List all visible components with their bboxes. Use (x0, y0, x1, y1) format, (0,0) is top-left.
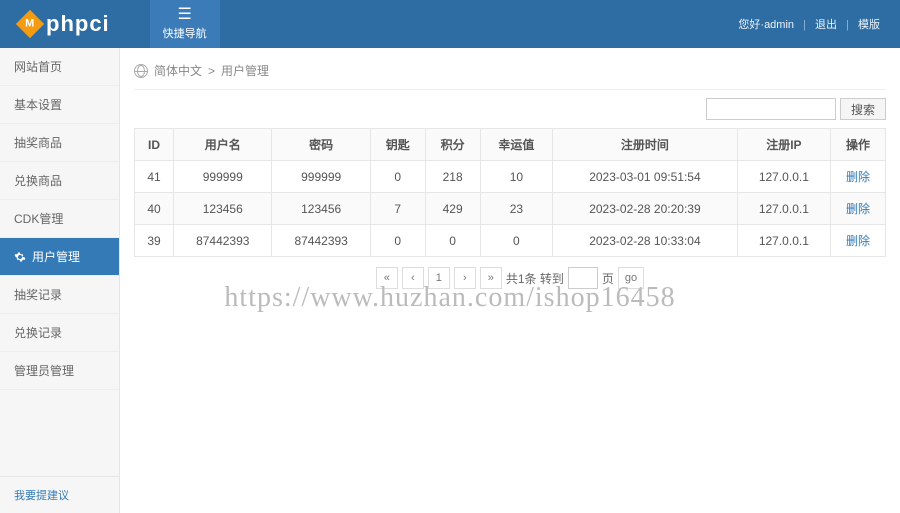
users-table: ID 用户名 密码 钥匙 积分 幸运值 注册时间 注册IP 操作 4199999… (134, 128, 886, 257)
search-button[interactable]: 搜索 (840, 98, 886, 120)
cell-ip: 127.0.0.1 (737, 225, 830, 257)
logout-link[interactable]: 退出 (815, 19, 837, 31)
cell-user: 999999 (174, 161, 272, 193)
table-row: 419999999999990218102023-03-01 09:51:541… (135, 161, 886, 193)
cell-points: 218 (425, 161, 480, 193)
logo-icon: M (16, 10, 44, 38)
cell-time: 2023-02-28 10:33:04 (553, 225, 737, 257)
pager-next[interactable]: › (454, 267, 476, 289)
cell-id: 41 (135, 161, 174, 193)
pager-goto-input[interactable] (568, 267, 598, 289)
cell-user: 123456 (174, 193, 272, 225)
brand-logo: M phpci (20, 11, 110, 37)
menu-icon: ☰ (178, 7, 192, 23)
cell-luck: 0 (480, 225, 553, 257)
sidebar-item-settings[interactable]: 基本设置 (0, 86, 119, 124)
th-luck: 幸运值 (480, 129, 553, 161)
search-input[interactable] (706, 98, 836, 120)
cell-keys: 0 (370, 225, 425, 257)
delete-link[interactable]: 删除 (846, 170, 870, 184)
sidebar-item-users[interactable]: 用户管理 (0, 238, 119, 276)
cell-keys: 7 (370, 193, 425, 225)
delete-link[interactable]: 删除 (846, 202, 870, 216)
cell-pass: 123456 (272, 193, 370, 225)
cell-user: 87442393 (174, 225, 272, 257)
cell-luck: 10 (480, 161, 553, 193)
cell-op: 删除 (831, 193, 886, 225)
gear-icon (14, 251, 26, 263)
sidebar-item-exchange-log[interactable]: 兑换记录 (0, 314, 119, 352)
sidebar-item-label: 用户管理 (32, 248, 80, 265)
cell-id: 40 (135, 193, 174, 225)
table-row: 401234561234567429232023-02-28 20:20:391… (135, 193, 886, 225)
greeting-text: 您好·admin (738, 19, 794, 31)
pager-prev[interactable]: ‹ (402, 267, 424, 289)
cell-op: 删除 (831, 161, 886, 193)
sidebar-item-lottery-log[interactable]: 抽奖记录 (0, 276, 119, 314)
feedback-link[interactable]: 我要提建议 (14, 490, 69, 502)
th-username: 用户名 (174, 129, 272, 161)
quicknav-button[interactable]: ☰ 快捷导航 (150, 0, 220, 48)
cell-points: 429 (425, 193, 480, 225)
cell-id: 39 (135, 225, 174, 257)
pager-total: 共1条 转到 (506, 270, 564, 287)
cell-ip: 127.0.0.1 (737, 193, 830, 225)
th-keys: 钥匙 (370, 129, 425, 161)
pager: « ‹ 1 › » 共1条 转到 页 go (134, 257, 886, 299)
pager-go-button[interactable]: go (618, 267, 644, 289)
cell-points: 0 (425, 225, 480, 257)
pager-first[interactable]: « (376, 267, 398, 289)
sidebar-item-home[interactable]: 网站首页 (0, 48, 119, 86)
cell-pass: 999999 (272, 161, 370, 193)
breadcrumb: 简体中文 > 用户管理 (134, 58, 886, 90)
sidebar-item-cdk[interactable]: CDK管理 (0, 200, 119, 238)
th-password: 密码 (272, 129, 370, 161)
th-points: 积分 (425, 129, 480, 161)
th-regtime: 注册时间 (553, 129, 737, 161)
delete-link[interactable]: 删除 (846, 234, 870, 248)
brand-name: phpci (46, 11, 110, 37)
cell-luck: 23 (480, 193, 553, 225)
th-id: ID (135, 129, 174, 161)
breadcrumb-page: 用户管理 (221, 62, 269, 79)
th-regip: 注册IP (737, 129, 830, 161)
pager-unit: 页 (602, 270, 614, 287)
cell-time: 2023-02-28 20:20:39 (553, 193, 737, 225)
cell-pass: 87442393 (272, 225, 370, 257)
sidebar-item-exchange-goods[interactable]: 兑换商品 (0, 162, 119, 200)
templates-link[interactable]: 模版 (858, 19, 880, 31)
sidebar-item-lottery-goods[interactable]: 抽奖商品 (0, 124, 119, 162)
th-op: 操作 (831, 129, 886, 161)
breadcrumb-sep: > (208, 64, 215, 78)
pager-last[interactable]: » (480, 267, 502, 289)
quicknav-label: 快捷导航 (163, 25, 207, 41)
breadcrumb-lang: 简体中文 (154, 62, 202, 79)
pager-page-1[interactable]: 1 (428, 267, 450, 289)
sidebar-item-admins[interactable]: 管理员管理 (0, 352, 119, 390)
cell-ip: 127.0.0.1 (737, 161, 830, 193)
table-row: 3987442393874423930002023-02-28 10:33:04… (135, 225, 886, 257)
cell-time: 2023-03-01 09:51:54 (553, 161, 737, 193)
cell-keys: 0 (370, 161, 425, 193)
globe-icon (134, 64, 148, 78)
cell-op: 删除 (831, 225, 886, 257)
